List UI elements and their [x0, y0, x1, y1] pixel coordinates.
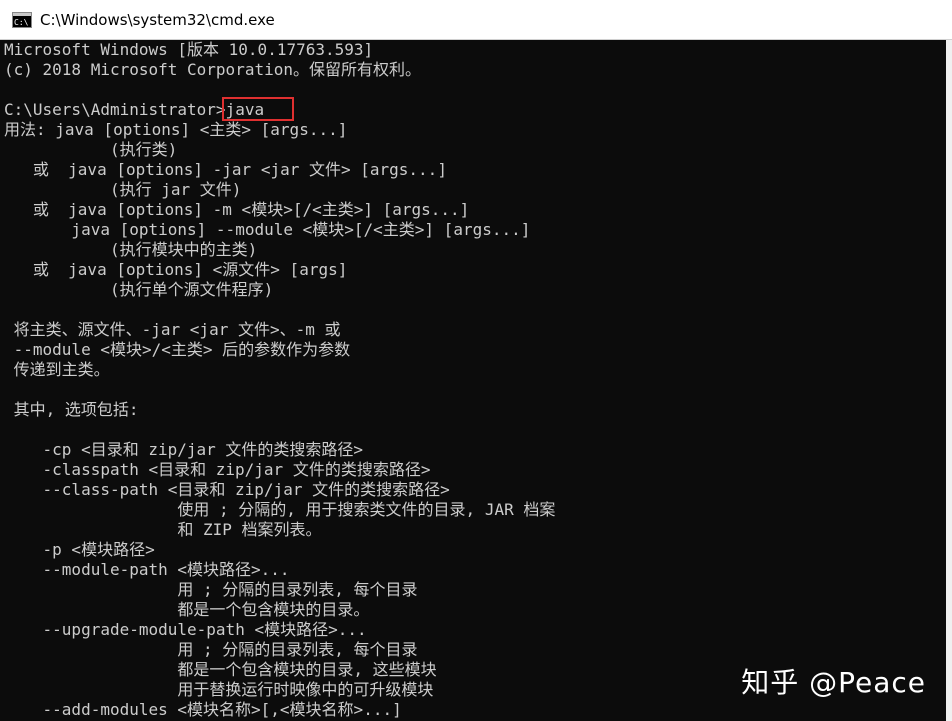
- console-line: java [options] --module <模块>[/<主类>] [arg…: [4, 220, 531, 239]
- console-line: -p <模块路径>: [4, 540, 155, 559]
- console-line: Microsoft Windows [版本 10.0.17763.593]: [4, 40, 374, 59]
- console-line: 或 java [options] <源文件> [args]: [4, 260, 348, 279]
- console-line: 都是一个包含模块的目录。: [4, 600, 370, 619]
- console-line: --class-path <目录和 zip/jar 文件的类搜索路径>: [4, 480, 450, 499]
- console-line: 用 ; 分隔的目录列表, 每个目录: [4, 580, 418, 599]
- console-line: 或 java [options] -m <模块>[/<主类>] [args...…: [4, 200, 470, 219]
- title-bar[interactable]: C:\ C:\Windows\system32\cmd.exe: [0, 0, 952, 40]
- console-line: --module <模块>/<主类> 后的参数作为参数: [4, 340, 351, 359]
- console-line: 用于替换运行时映像中的可升级模块: [4, 680, 434, 699]
- console-line: --module-path <模块路径>...: [4, 560, 290, 579]
- cmd-icon: C:\: [12, 11, 32, 28]
- console-line: (执行 jar 文件): [4, 180, 242, 199]
- console-line: 其中, 选项包括:: [4, 400, 139, 419]
- command-highlight-box: [222, 97, 294, 121]
- console-output[interactable]: Microsoft Windows [版本 10.0.17763.593] (c…: [0, 40, 952, 721]
- console-line: (c) 2018 Microsoft Corporation。保留所有权利。: [4, 60, 421, 79]
- console-line: 用 ; 分隔的目录列表, 每个目录: [4, 640, 418, 659]
- watermark: 知乎 @Peace: [741, 666, 926, 699]
- console-line: 使用 ; 分隔的, 用于搜索类文件的目录, JAR 档案: [4, 500, 556, 519]
- svg-text:C:\: C:\: [14, 18, 29, 27]
- console-line: (执行类): [4, 140, 178, 159]
- console-line: -cp <目录和 zip/jar 文件的类搜索路径>: [4, 440, 364, 459]
- console-line: 将主类、源文件、-jar <jar 文件>、-m 或: [4, 320, 341, 339]
- console-line: --add-modules <模块名称>[,<模块名称>...]: [4, 700, 402, 719]
- console-line: 都是一个包含模块的目录, 这些模块: [4, 660, 437, 679]
- console-line: -classpath <目录和 zip/jar 文件的类搜索路径>: [4, 460, 431, 479]
- console-line: 用法: java [options] <主类> [args...]: [4, 120, 348, 139]
- console-line: 传递到主类。: [4, 360, 110, 379]
- console-line: (执行单个源文件程序): [4, 280, 274, 299]
- console-line: --upgrade-module-path <模块路径>...: [4, 620, 367, 639]
- console-line: 或 java [options] -jar <jar 文件> [args...]: [4, 160, 447, 179]
- window-border: [946, 40, 952, 721]
- console-line: (执行模块中的主类): [4, 240, 258, 259]
- console-line: 和 ZIP 档案列表。: [4, 520, 322, 539]
- window-title: C:\Windows\system32\cmd.exe: [40, 10, 275, 29]
